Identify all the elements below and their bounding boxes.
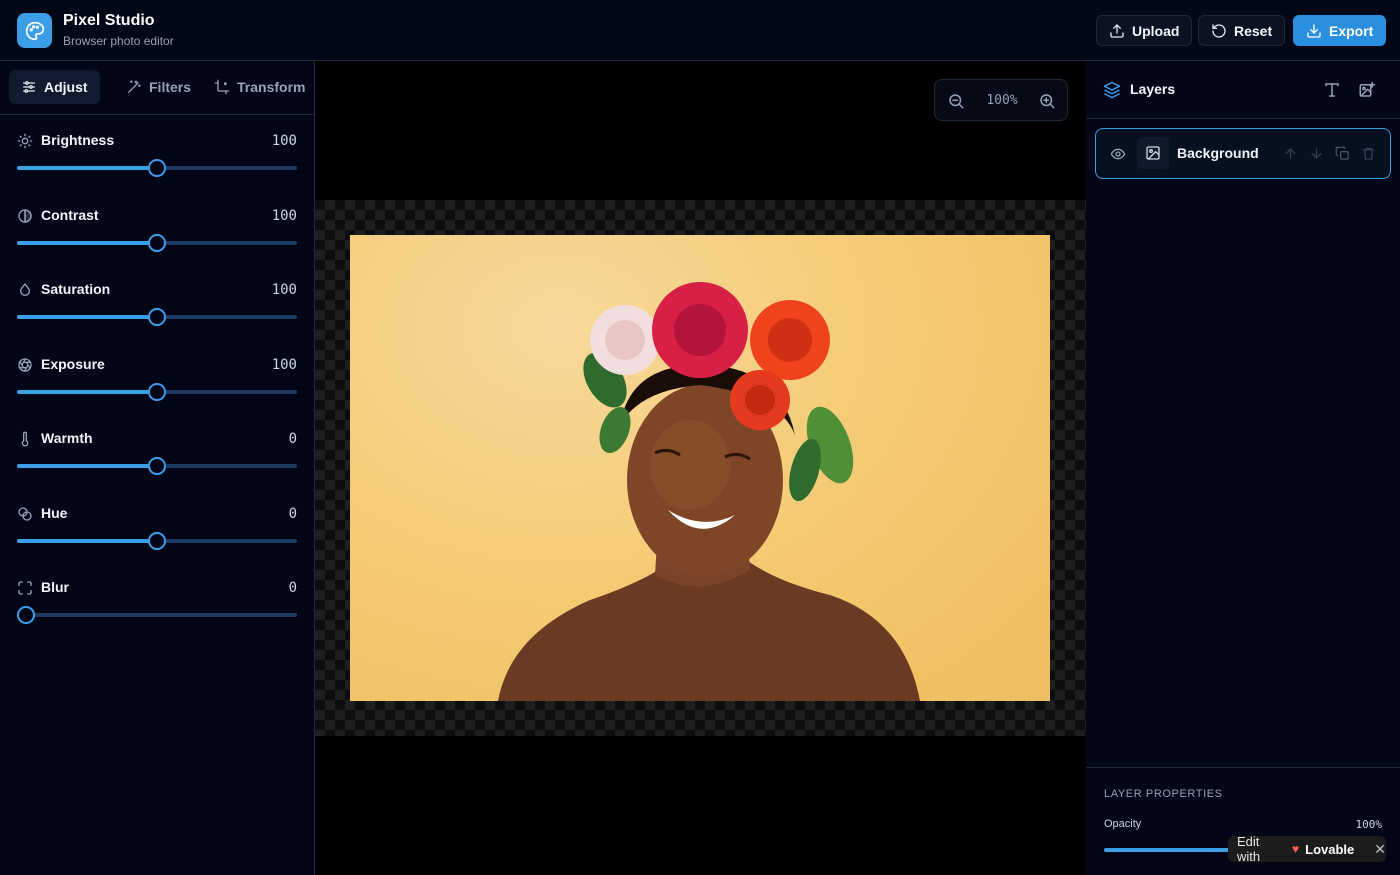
upload-button[interactable]: Upload <box>1096 15 1193 46</box>
tab-adjust-label: Adjust <box>44 79 88 95</box>
crop-icon <box>214 79 230 95</box>
sliders-icon <box>23 81 35 93</box>
exposure-slider-thumb[interactable] <box>148 383 166 401</box>
saturation-slider[interactable] <box>17 308 297 326</box>
blur-label: Blur <box>41 579 69 595</box>
warmth-control: Warmth 0 <box>17 430 297 490</box>
canvas-area: 100% <box>315 61 1086 875</box>
blur-value: 0 <box>288 580 297 596</box>
heart-icon: ♥ <box>1292 842 1300 856</box>
contrast-slider-thumb[interactable] <box>148 234 166 252</box>
warmth-value: 0 <box>288 431 297 447</box>
image-icon <box>1146 146 1160 160</box>
warmth-slider-thumb[interactable] <box>148 457 166 475</box>
warmth-label: Warmth <box>41 430 93 446</box>
saturation-value: 100 <box>271 282 297 298</box>
blur-control: Blur 0 <box>17 579 297 639</box>
eye-icon[interactable] <box>1110 146 1126 162</box>
badge-prefix: Edit with <box>1237 834 1261 864</box>
brightness-control: Brightness 100 <box>17 132 297 192</box>
tab-filters-label: Filters <box>149 79 192 95</box>
saturation-slider-thumb[interactable] <box>148 308 166 326</box>
palette-icon <box>18 507 32 521</box>
brightness-label: Brightness <box>41 132 115 148</box>
edit-with-lovable-badge[interactable]: Edit with ♥ Lovable ✕ <box>1228 834 1386 864</box>
brightness-slider[interactable] <box>17 159 297 177</box>
hue-control: Hue 0 <box>17 505 297 565</box>
layers-header: Layers <box>1086 61 1400 119</box>
tab-transform[interactable]: Transform <box>202 70 317 104</box>
thermometer-icon <box>21 431 29 447</box>
properties-title: LAYER PROPERTIES <box>1104 788 1223 800</box>
layer-item-background[interactable]: Background <box>1095 128 1391 179</box>
move-down-icon[interactable] <box>1309 146 1324 161</box>
palette-logo-icon <box>17 13 52 48</box>
tab-filters[interactable]: Filters <box>114 70 203 104</box>
photo-canvas[interactable] <box>350 235 1050 701</box>
focus-icon <box>18 581 32 595</box>
hue-value: 0 <box>288 506 297 522</box>
opacity-value: 100% <box>1355 818 1383 831</box>
brightness-slider-thumb[interactable] <box>148 159 166 177</box>
trash-icon[interactable] <box>1361 146 1376 161</box>
upload-label: Upload <box>1132 22 1180 39</box>
sun-icon <box>17 133 33 149</box>
exposure-slider[interactable] <box>17 383 297 401</box>
export-label: Export <box>1329 22 1374 39</box>
reset-label: Reset <box>1234 22 1273 39</box>
close-icon[interactable]: ✕ <box>1374 841 1386 858</box>
contrast-icon <box>18 209 32 223</box>
zoom-in-icon[interactable] <box>1038 92 1056 110</box>
layers-panel: Layers Background LAYER PROPERTIES Opaci… <box>1086 61 1400 875</box>
portrait-photo-image <box>498 282 920 701</box>
wand-icon <box>127 80 141 93</box>
add-image-layer-icon[interactable] <box>1358 81 1376 99</box>
contrast-control: Contrast 100 <box>17 207 297 267</box>
hue-label: Hue <box>41 505 68 521</box>
contrast-value: 100 <box>271 208 297 224</box>
add-text-layer-icon[interactable] <box>1323 81 1341 99</box>
droplet-icon <box>20 283 30 296</box>
warmth-slider[interactable] <box>17 457 297 475</box>
contrast-label: Contrast <box>41 207 99 223</box>
exposure-value: 100 <box>271 357 297 373</box>
exposure-label: Exposure <box>41 356 105 372</box>
adjustments-panel: Adjust Filters Transform Brightness 100 … <box>0 61 315 875</box>
brightness-value: 100 <box>271 133 297 149</box>
saturation-label: Saturation <box>41 281 111 297</box>
tab-adjust[interactable]: Adjust <box>9 70 100 104</box>
move-up-icon[interactable] <box>1283 146 1298 161</box>
download-icon <box>1307 23 1321 38</box>
layers-title: Layers <box>1130 81 1176 97</box>
layer-thumbnail <box>1137 137 1169 169</box>
upload-icon <box>1110 23 1124 38</box>
exposure-control: Exposure 100 <box>17 356 297 416</box>
aperture-icon <box>18 358 32 372</box>
opacity-label: Opacity <box>1104 818 1142 830</box>
duplicate-icon[interactable] <box>1335 146 1350 161</box>
zoom-control: 100% <box>934 79 1068 121</box>
export-button[interactable]: Export <box>1293 15 1387 46</box>
blur-slider-thumb[interactable] <box>17 606 35 624</box>
reset-icon <box>1212 23 1226 38</box>
saturation-control: Saturation 100 <box>17 281 297 341</box>
reset-button[interactable]: Reset <box>1198 15 1286 46</box>
app-title: Pixel Studio <box>63 12 155 29</box>
layer-name: Background <box>1177 145 1259 161</box>
tool-tabs: Adjust Filters Transform <box>0 61 314 115</box>
app-header: Pixel Studio Browser photo editor Upload… <box>0 0 1400 61</box>
hue-slider-thumb[interactable] <box>148 532 166 550</box>
layers-icon <box>1103 81 1121 99</box>
tab-transform-label: Transform <box>237 79 306 95</box>
badge-brand: Lovable <box>1305 841 1355 857</box>
contrast-slider[interactable] <box>17 234 297 252</box>
app-subtitle: Browser photo editor <box>63 34 174 48</box>
hue-slider[interactable] <box>17 532 297 550</box>
transparency-background <box>315 200 1086 736</box>
blur-slider[interactable] <box>17 606 297 624</box>
